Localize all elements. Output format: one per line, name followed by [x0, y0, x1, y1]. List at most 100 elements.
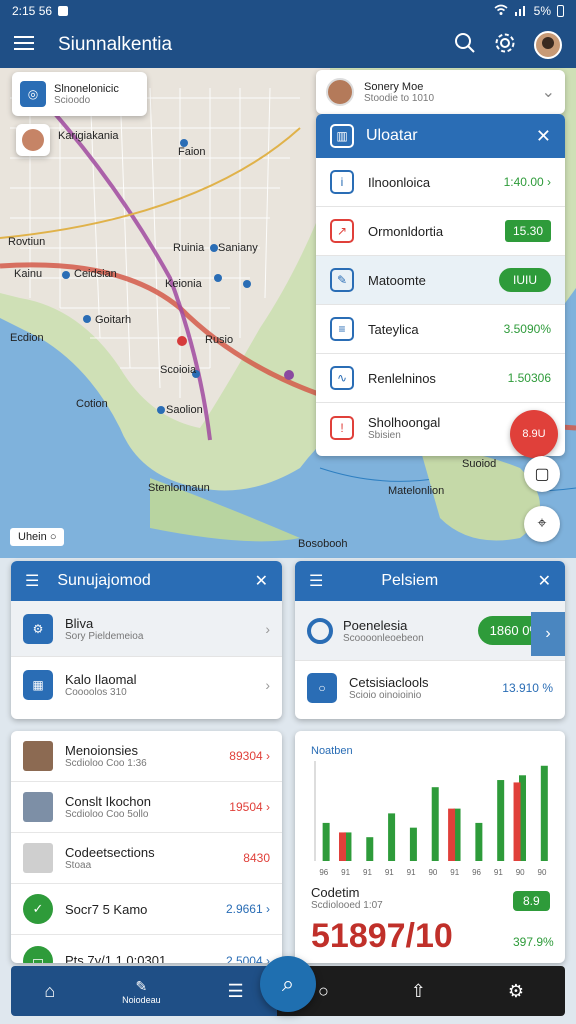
alert-fab-label: 8.9U: [522, 428, 546, 440]
list-item-title: Codeetsections: [65, 845, 155, 860]
location-sub: Scioodo: [54, 94, 91, 106]
left-panel-item[interactable]: ▦ Kalo Ilaomal Coooolos 310 ›: [11, 657, 282, 713]
expand-button[interactable]: ›: [531, 612, 565, 656]
chart-tick-label: 96: [472, 868, 481, 877]
chart-bar: [497, 780, 505, 861]
thumbnail: [23, 792, 53, 822]
list-item-value: 8430: [243, 851, 270, 865]
settings-icon[interactable]: ⚙: [508, 981, 524, 1002]
panel-row-value: 15.30: [504, 220, 551, 242]
chart-bar: [448, 808, 456, 861]
list-item[interactable]: Codeetsections Stoaa 8430: [11, 833, 282, 884]
map-label: Faion: [178, 146, 206, 158]
layers-icon: ▢: [534, 466, 550, 483]
item-title: Kalo Ilaomal: [65, 672, 137, 687]
chart-bar: [409, 827, 417, 861]
battery-label: 5%: [533, 4, 551, 18]
nav-home[interactable]: ⌂: [44, 981, 55, 1002]
right-panel-title: Pelsiem: [381, 572, 439, 589]
alert-fab[interactable]: 8.9U: [510, 410, 558, 458]
alert-icon: !: [330, 415, 354, 440]
map-scale-label: Uhein: [18, 531, 47, 543]
panel-row-label: Matoomte: [368, 272, 426, 288]
list-icon: ☰: [227, 980, 244, 1001]
settings-icon[interactable]: [494, 32, 516, 59]
summary-percent: 397.9%: [513, 935, 554, 949]
profile-pin[interactable]: [16, 124, 50, 156]
chart-bar: [366, 837, 374, 861]
summary-block: Codetim Scdiolooed 1:07: [311, 885, 383, 911]
trend-icon: ↗: [330, 219, 354, 243]
info-icon: i: [330, 170, 354, 194]
chevron-right-icon: ›: [265, 620, 270, 637]
map-label: Cotion: [76, 398, 108, 410]
menu-icon[interactable]: ☰: [309, 571, 323, 591]
panel-row-value: 1.50306: [507, 371, 551, 385]
search-icon[interactable]: ○: [318, 981, 329, 1002]
panel-row[interactable]: ↗ Ormonldortia 15.30: [316, 207, 565, 256]
chart-bar: [431, 787, 439, 861]
item-sub: Scoooonleoebeon: [343, 632, 424, 644]
panel-row-toggle[interactable]: IUIU: [499, 268, 551, 292]
left-panel-header: ☰ Sunujajomod ✕: [11, 561, 282, 601]
panel-row-label: Ilnoonloica: [368, 174, 431, 190]
map-label: Kainu: [14, 268, 43, 280]
close-icon[interactable]: ✕: [255, 571, 268, 591]
panel-row[interactable]: i Ilnoonloica 1:40.00 ›: [316, 158, 565, 207]
list-item[interactable]: ▭ Pts 7y/1 1 0:0301 2.5004 ›: [11, 935, 282, 963]
chart-bar: [322, 822, 330, 861]
locate-icon: ⌖: [537, 515, 547, 532]
chart-card: Noatben 96 91 91 91 91 90 91 96 91 90 90 Codetim S…: [295, 731, 565, 963]
chart-tick-label: 91: [494, 868, 503, 877]
panel-row-label: Tateylica: [368, 321, 419, 337]
app-title: Siunnalkentia: [58, 34, 173, 55]
layers-button[interactable]: ▢: [524, 456, 560, 492]
list-item[interactable]: ✓ Socr7 5 Kamo 2.9661 ›: [11, 884, 282, 935]
location-icon: ◎: [20, 81, 46, 107]
nav-discover[interactable]: ✎ Noiodeau: [122, 978, 161, 1005]
menu-icon[interactable]: ☰: [25, 571, 39, 591]
item-value: 13.910 %: [502, 681, 553, 695]
user-avatar[interactable]: [534, 31, 562, 59]
search-icon: [307, 617, 333, 644]
menu-icon[interactable]: [14, 35, 34, 56]
nav-list[interactable]: ☰: [227, 981, 243, 1002]
panel-row-selected[interactable]: ✎ Matoomte IUIU: [316, 256, 565, 305]
map-label: Rovtiun: [8, 236, 46, 248]
chevron-down-icon[interactable]: ⌄: [542, 82, 555, 102]
search-icon[interactable]: [454, 32, 476, 59]
map-scale: Uhein ○: [10, 528, 65, 546]
left-panel-item[interactable]: ⚙ Bliva Sory Pieldemeioa ›: [11, 601, 282, 657]
list-item[interactable]: Conslt Ikochon Scdioloo Coo 5ollo 19504 …: [11, 782, 282, 833]
bottom-nav-right: ○ ⇧ ⚙: [277, 966, 565, 1016]
item-sub: Sory Pieldemeioa: [65, 630, 144, 642]
search-fab[interactable]: ⌕: [260, 956, 316, 1012]
locate-button[interactable]: ⌖: [524, 506, 560, 542]
list-item[interactable]: Menoionsies Scdioloo Coo 1:36 89304 ›: [11, 731, 282, 782]
signal-icon: [514, 4, 528, 19]
item-title: Poenelesia: [343, 617, 408, 633]
panel-row[interactable]: ≡ Tateylica 3.5090%: [316, 305, 565, 354]
location-card[interactable]: ◎ Slnonelonicic Scioodo: [12, 72, 147, 116]
profile-pin-icon: [22, 129, 44, 151]
upload-icon[interactable]: ⇧: [411, 981, 426, 1002]
close-icon[interactable]: ✕: [538, 571, 551, 591]
panel-row-value: 1:40.00 ›: [503, 175, 551, 189]
close-icon[interactable]: ✕: [536, 126, 551, 147]
panel-row-label: Renlelninos: [368, 370, 436, 386]
map-label: Stenlonnaun: [148, 482, 210, 494]
panel-row[interactable]: ∿ Renlelninos 1.50306: [316, 354, 565, 403]
document-icon: ≡: [330, 317, 354, 341]
right-panel-item[interactable]: Poenelesia Scoooonleoebeon 1860 0%: [295, 601, 565, 661]
bar-chart-icon: ▥: [330, 124, 354, 148]
notification-icon: [58, 6, 69, 16]
right-panel-item[interactable]: ○ Cetsisiaclools Scioio oinoioinio 13.91…: [295, 661, 565, 715]
chart-tick-label: 91: [363, 868, 372, 877]
map-label: Saolion: [166, 404, 203, 416]
list-item-sub: Scdioloo Coo 5ollo: [65, 809, 149, 820]
user-card[interactable]: Sonery Moe Stoodie to 1010 ⌄: [316, 70, 565, 114]
map-label: Goitarh: [95, 314, 132, 326]
location-title: Slnonelonicic: [54, 82, 119, 95]
user-avatar: [326, 78, 354, 106]
list-item-value: 2.9661 ›: [225, 902, 270, 916]
